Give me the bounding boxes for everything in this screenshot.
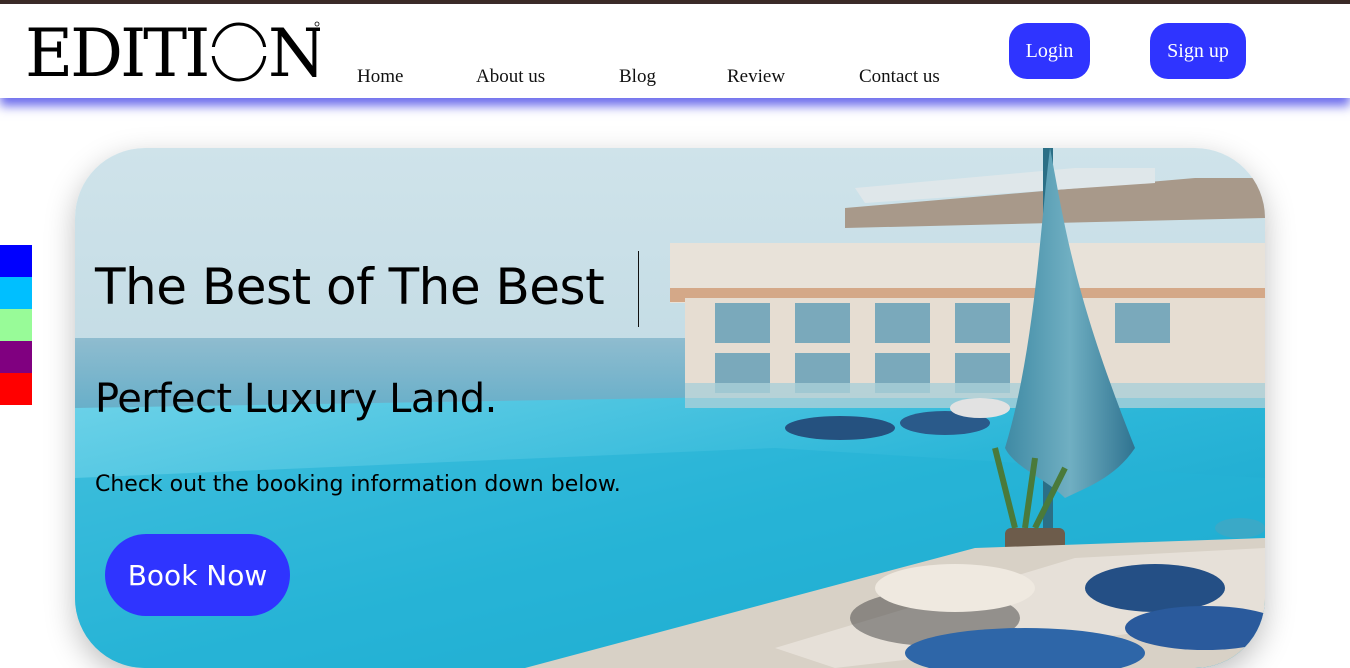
hero-banner: The Best of The Best Perfect Luxury Land… [75, 148, 1265, 668]
hero-title: The Best of The Best [95, 258, 605, 316]
svg-text:N: N [268, 18, 320, 84]
nav-blog[interactable]: Blog [619, 66, 656, 88]
nav-home[interactable]: Home [357, 66, 403, 88]
nav-about-us[interactable]: About us [476, 66, 545, 88]
swatch-purple[interactable] [0, 341, 32, 373]
nav-review[interactable]: Review [727, 66, 785, 88]
swatch-red[interactable] [0, 373, 32, 405]
navbar: EDITI N Home About us Blog Review Contac… [0, 4, 1350, 98]
swatch-sky-blue[interactable] [0, 277, 32, 309]
svg-text:EDITI: EDITI [25, 18, 207, 84]
signup-button[interactable]: Sign up [1150, 23, 1246, 79]
nav-contact-us[interactable]: Contact us [859, 66, 940, 88]
swatch-light-green[interactable] [0, 309, 32, 341]
swatch-blue[interactable] [0, 245, 32, 277]
typing-caret [638, 251, 639, 327]
hero-description: Check out the booking information down b… [95, 472, 621, 497]
book-now-button[interactable]: Book Now [105, 534, 290, 616]
color-swatch-bar [0, 245, 32, 405]
login-button[interactable]: Login [1009, 23, 1090, 79]
brand-logo[interactable]: EDITI N [25, 18, 320, 84]
hero-subtitle: Perfect Luxury Land. [95, 376, 497, 422]
